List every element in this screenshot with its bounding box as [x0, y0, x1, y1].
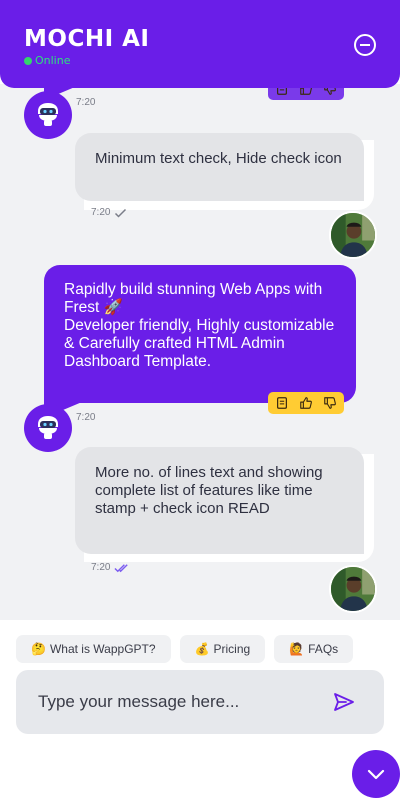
message-bubble: Minimum text check, Hide check icon	[75, 133, 364, 201]
bot-avatar	[24, 404, 72, 452]
send-icon[interactable]	[332, 690, 356, 714]
quick-reply-faqs[interactable]: 🙋 FAQs	[274, 635, 354, 663]
message-input-box	[16, 670, 384, 734]
quick-reply-what-is-wappgpt[interactable]: 🤔 What is WappGPT?	[16, 635, 171, 663]
message-actions	[268, 392, 344, 414]
chat-messages[interactable]: 7:20 Minimum text check, Hide check icon…	[0, 84, 400, 620]
chat-header: MOCHI AI Online	[0, 0, 400, 88]
thumbs-up-icon[interactable]	[295, 394, 317, 412]
quick-replies: 🤔 What is WappGPT? 💰 Pricing 🙋 FAQs	[16, 635, 354, 663]
message-bubble: Rapidly build stunning Web Apps with Fre…	[44, 265, 356, 403]
quick-reply-pricing[interactable]: 💰 Pricing	[179, 635, 266, 663]
robot-icon	[38, 416, 58, 439]
online-dot-icon	[24, 56, 32, 65]
message-time: 7:20	[76, 412, 96, 423]
message-input[interactable]	[16, 670, 326, 734]
thinking-face-icon: 🤔	[31, 642, 46, 656]
online-status: Online	[24, 54, 70, 67]
online-status-text: Online	[35, 54, 71, 67]
message-time: 7:20	[76, 97, 96, 108]
collapse-chat-button[interactable]	[352, 750, 400, 798]
user-avatar	[329, 565, 377, 613]
message-bubble: More no. of lines text and showing compl…	[75, 447, 364, 554]
check-icon	[115, 208, 127, 218]
minimize-button[interactable]	[354, 34, 376, 56]
double-check-icon	[114, 563, 129, 572]
message-time: 7:20	[91, 207, 128, 218]
copy-icon[interactable]	[271, 394, 293, 412]
money-bag-icon: 💰	[194, 642, 210, 656]
composer: 🤔 What is WappGPT? 💰 Pricing 🙋 FAQs	[0, 620, 400, 748]
bot-avatar	[24, 91, 72, 139]
thumbs-down-icon[interactable]	[319, 394, 341, 412]
chevron-down-icon	[367, 769, 385, 780]
user-avatar	[329, 211, 377, 259]
robot-icon	[38, 103, 58, 126]
chat-title: MOCHI AI	[24, 26, 150, 52]
raising-hand-icon: 🙋	[289, 642, 305, 656]
message-time: 7:20	[91, 562, 131, 573]
